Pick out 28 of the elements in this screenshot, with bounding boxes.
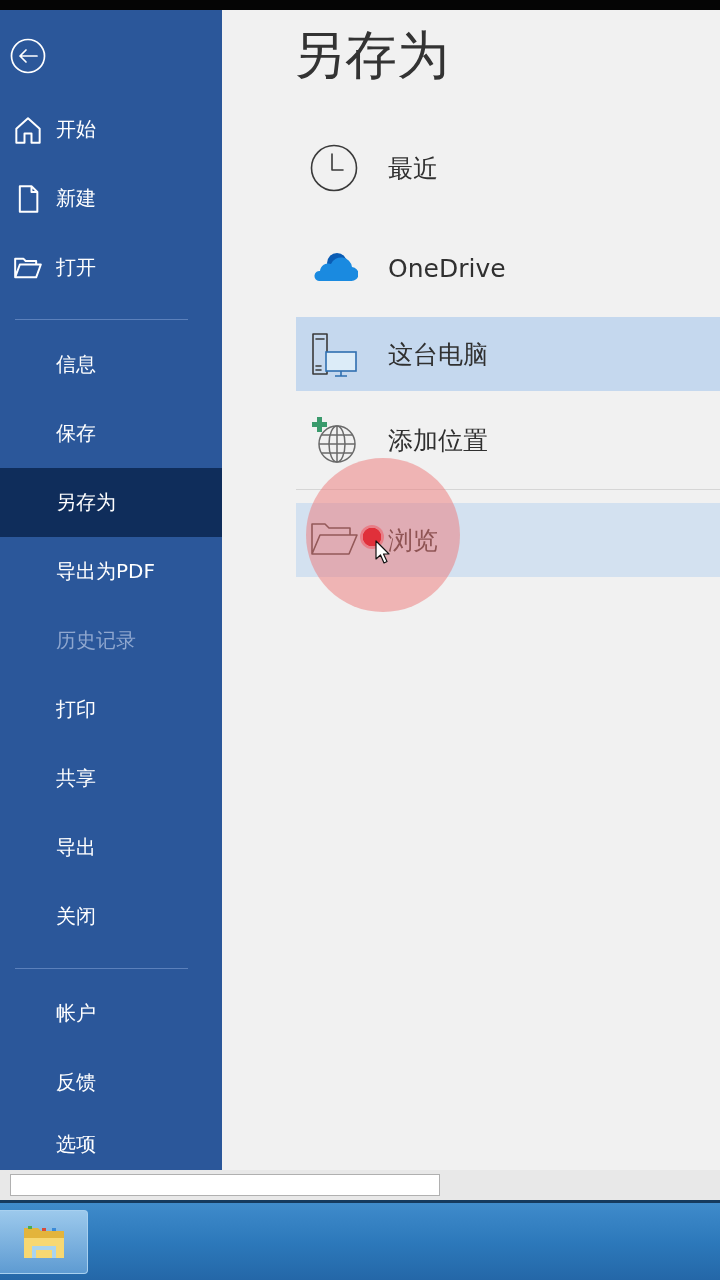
computer-icon: [310, 330, 358, 378]
sidebar-item[interactable]: 开始: [0, 95, 222, 164]
sidebar-item[interactable]: 共享: [0, 744, 222, 813]
location-item[interactable]: OneDrive: [296, 231, 720, 305]
back-icon[interactable]: [10, 38, 46, 74]
sidebar-item[interactable]: 另存为: [0, 468, 222, 537]
sidebar-item[interactable]: 信息: [0, 330, 222, 399]
sidebar-item[interactable]: 导出: [0, 813, 222, 882]
sidebar-item[interactable]: 保存: [0, 399, 222, 468]
sidebar-item[interactable]: 打印: [0, 675, 222, 744]
sidebar-item[interactable]: 新建: [0, 164, 222, 233]
taskbar-button[interactable]: [0, 1210, 88, 1274]
folder-icon: [310, 522, 358, 558]
sidebar-item[interactable]: 帐户: [0, 979, 222, 1048]
sidebar-item[interactable]: 选项: [0, 1117, 222, 1170]
location-item[interactable]: 这台电脑: [296, 317, 720, 391]
globe-icon: [310, 416, 358, 464]
location-item[interactable]: 最近: [296, 131, 720, 205]
location-item[interactable]: 添加位置: [296, 403, 720, 477]
page-title: 另存为: [293, 25, 449, 85]
sidebar-item[interactable]: 反馈: [0, 1048, 222, 1117]
sidebar-item[interactable]: 导出为PDF: [0, 537, 222, 606]
input-field[interactable]: [10, 1174, 440, 1196]
sidebar-item[interactable]: 关闭: [0, 882, 222, 951]
sidebar-item[interactable]: 打开: [0, 233, 222, 302]
clock-icon: [310, 144, 358, 192]
home-icon: [14, 115, 42, 144]
pointer-cursor-icon: [375, 540, 390, 564]
